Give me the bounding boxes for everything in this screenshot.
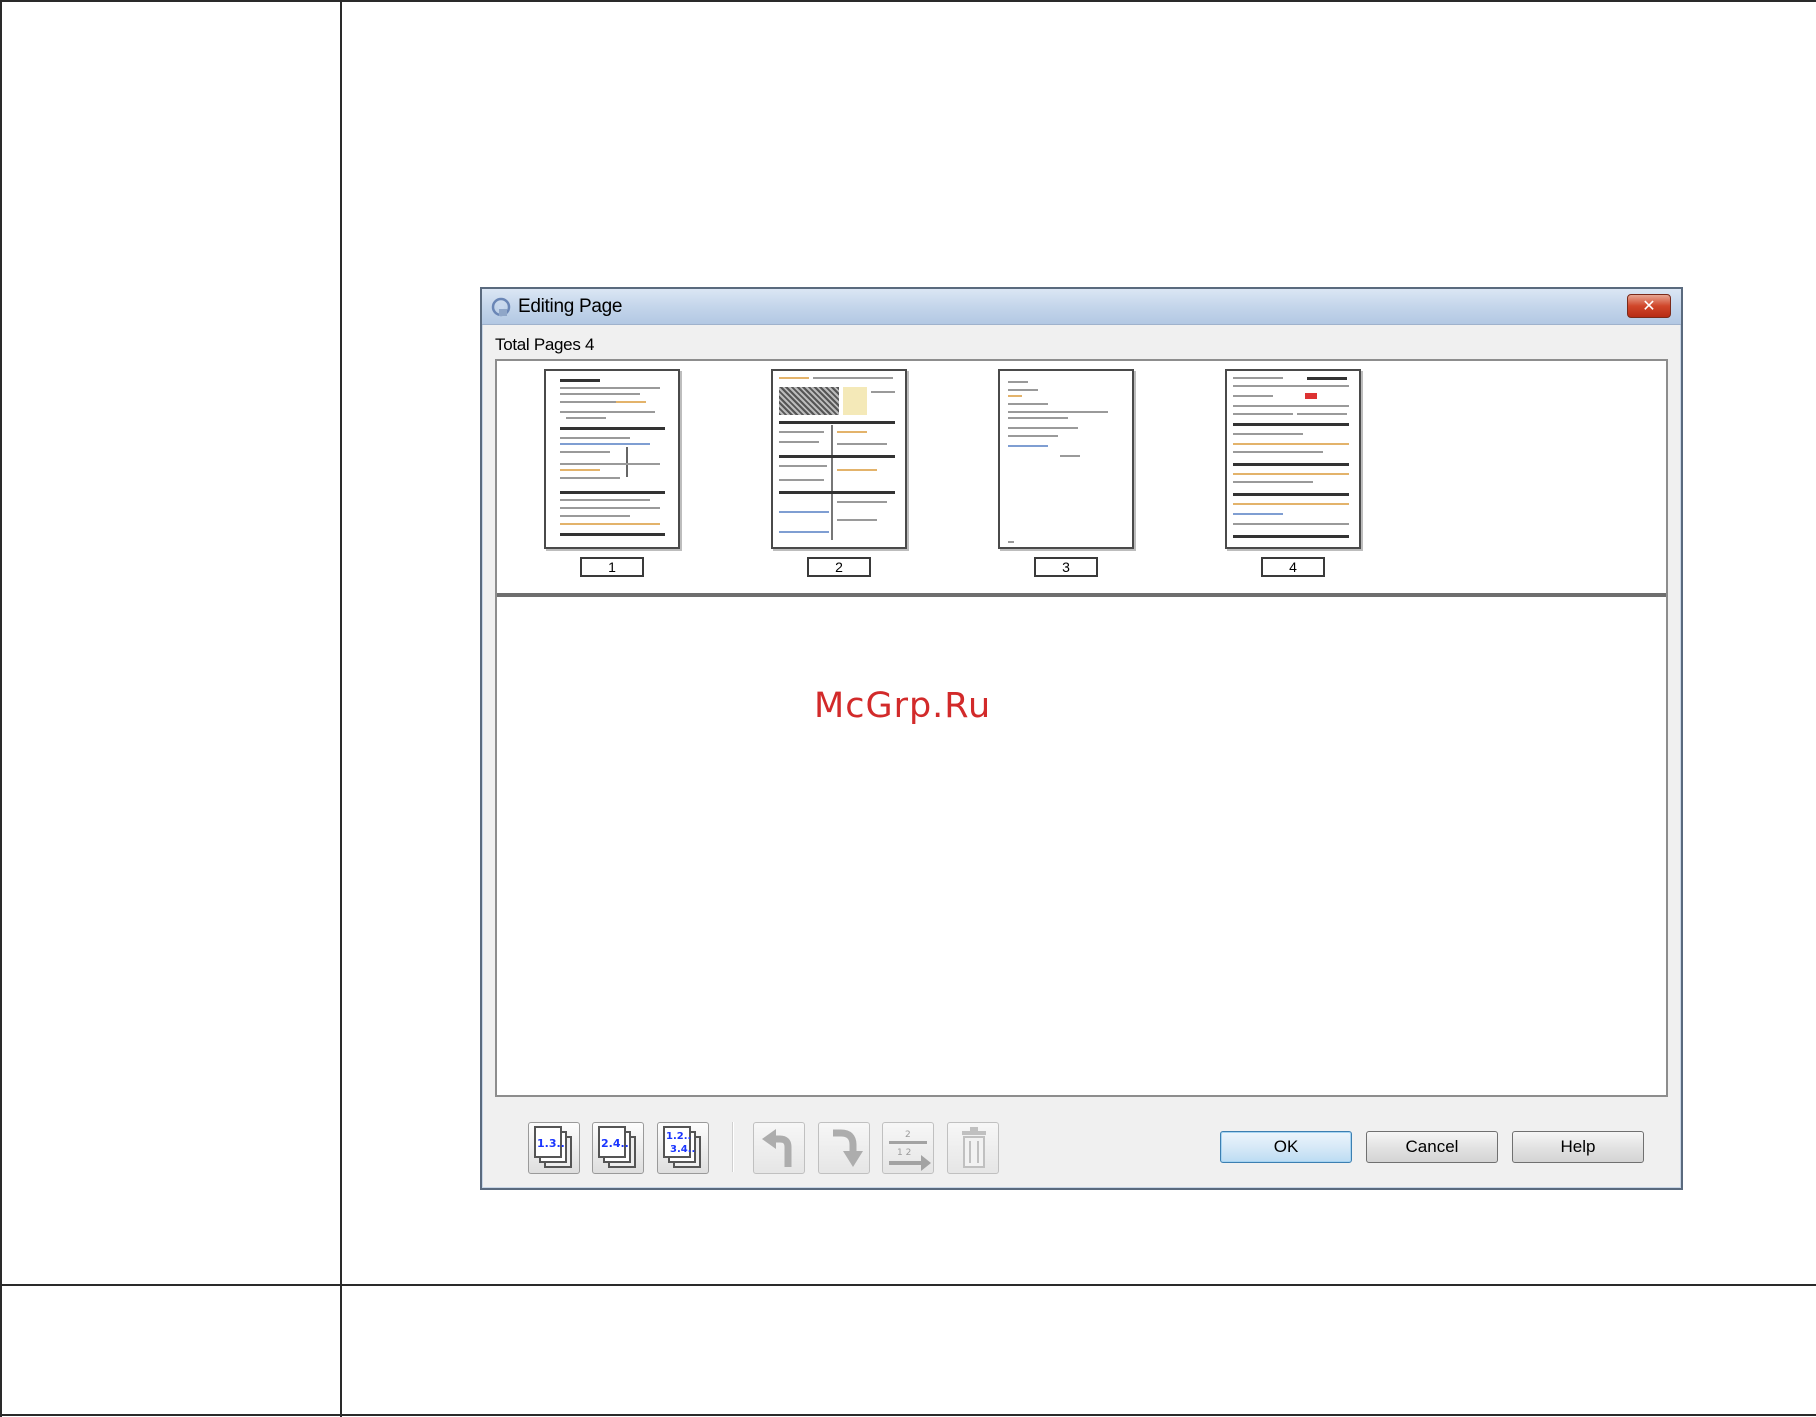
- page-thumbnail-image[interactable]: [771, 369, 907, 549]
- reorder-pages-icon: 2 1 2: [889, 1130, 931, 1171]
- even-pages-icon: 2.4..: [598, 1126, 636, 1168]
- reorder-pages-button[interactable]: 2 1 2: [882, 1122, 934, 1174]
- trash-icon: [962, 1127, 986, 1168]
- svg-text:1.3..: 1.3..: [537, 1137, 565, 1150]
- table-border-bottom: [0, 1414, 1816, 1416]
- svg-text:2: 2: [905, 1130, 911, 1140]
- rotate-left-icon: [762, 1129, 792, 1167]
- delete-page-button[interactable]: [947, 1122, 999, 1174]
- svg-text:1.2..: 1.2..: [666, 1131, 691, 1142]
- page-thumbnail-image[interactable]: [544, 369, 680, 549]
- odd-pages-icon: 1.3..: [534, 1126, 572, 1168]
- page-number-label: 3: [1034, 557, 1098, 577]
- all-pages-icon: 1.2.. 3.4..: [663, 1126, 701, 1168]
- select-all-pages-button[interactable]: 1.2.. 3.4..: [657, 1122, 709, 1174]
- page-thumbnail-4[interactable]: 4: [1225, 369, 1361, 579]
- rotate-left-button[interactable]: [753, 1122, 805, 1174]
- page-thumbnail-2[interactable]: 2: [771, 369, 907, 579]
- page-number-label: 1: [580, 557, 644, 577]
- dialog-title: Editing Page: [518, 296, 623, 317]
- page-preview-pane: 1 2 3 4: [495, 359, 1668, 1097]
- title-bar[interactable]: Editing Page ✕: [482, 289, 1681, 325]
- svg-text:3.4..: 3.4..: [670, 1144, 695, 1155]
- cancel-button[interactable]: Cancel: [1366, 1131, 1498, 1163]
- page-thumbnail-image[interactable]: [1225, 369, 1361, 549]
- svg-text:2.4..: 2.4..: [601, 1137, 629, 1150]
- close-button[interactable]: ✕: [1627, 294, 1671, 318]
- svg-text:1 2: 1 2: [897, 1148, 911, 1158]
- rotate-right-button[interactable]: [818, 1122, 870, 1174]
- help-button[interactable]: Help: [1512, 1131, 1644, 1163]
- select-odd-pages-button[interactable]: 1.3..: [528, 1122, 580, 1174]
- thumbnail-strip: 1 2 3 4: [497, 361, 1666, 593]
- toolbar-separator: [732, 1122, 734, 1172]
- watermark-text: McGrp.Ru: [814, 686, 992, 726]
- ok-button[interactable]: OK: [1220, 1131, 1352, 1163]
- select-even-pages-button[interactable]: 2.4..: [592, 1122, 644, 1174]
- editing-page-dialog: Editing Page ✕ Total Pages 4 1 2 3 4 1.3…: [480, 287, 1683, 1190]
- table-border-top: [0, 0, 1816, 2]
- scanner-app-icon: [491, 297, 511, 317]
- pane-splitter[interactable]: [497, 593, 1666, 597]
- page-thumbnail-image[interactable]: [998, 369, 1134, 549]
- page-number-label: 2: [807, 557, 871, 577]
- table-column-divider: [340, 0, 342, 1417]
- total-pages-label: Total Pages 4: [495, 335, 595, 354]
- page-thumbnail-1[interactable]: 1: [544, 369, 680, 579]
- table-border-left: [0, 0, 2, 1417]
- rotate-right-icon: [833, 1129, 863, 1167]
- page-number-label: 4: [1261, 557, 1325, 577]
- page-thumbnail-3[interactable]: 3: [998, 369, 1134, 579]
- table-row-divider: [0, 1284, 1816, 1286]
